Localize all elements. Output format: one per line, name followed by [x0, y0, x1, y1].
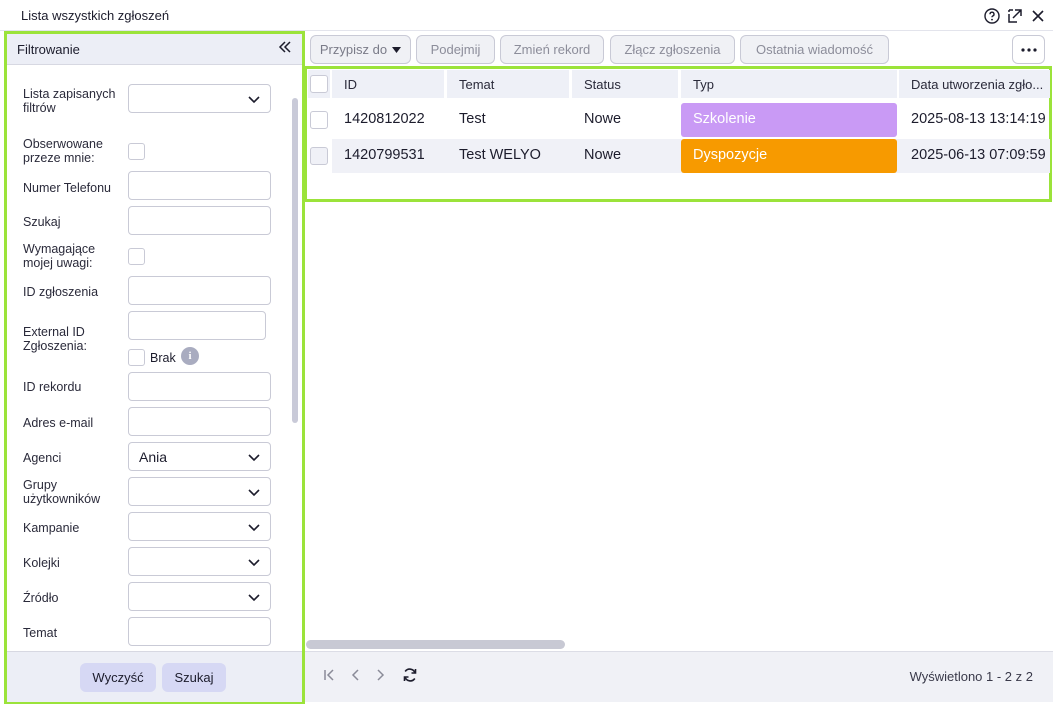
row-subject: Test [459, 111, 486, 127]
user-groups-label: Grupy użytkowników [23, 478, 101, 506]
pager-bar: Wyświetlono 1 - 2 z 2 [305, 651, 1053, 702]
observed-checkbox[interactable] [128, 143, 145, 160]
row-id: 1420799531 [344, 147, 425, 163]
header-type[interactable]: Typ [681, 70, 897, 98]
header-select [308, 70, 330, 98]
filter-title: Filtrowanie [17, 42, 80, 57]
assign-button[interactable]: Przypisz do [310, 35, 411, 64]
chevron-down-icon [248, 454, 260, 462]
row-created: 2025-06-13 07:09:59 [911, 147, 1046, 163]
double-chevron-left-icon[interactable] [278, 40, 292, 58]
chevron-down-icon [248, 489, 260, 497]
row-created: 2025-08-13 13:14:19 [911, 111, 1046, 127]
agents-select[interactable]: Ania [128, 442, 271, 471]
user-groups-select[interactable] [128, 477, 271, 506]
campaigns-select[interactable] [128, 512, 271, 541]
row-type: Szkolenie [681, 103, 897, 137]
next-page-icon[interactable] [373, 668, 387, 687]
saved-filters-select[interactable] [128, 84, 271, 113]
window-titlebar: Lista wszystkich zgłoszeń [0, 0, 1053, 31]
last-message-button[interactable]: Ostatnia wiadomość [740, 35, 889, 64]
queues-select[interactable] [128, 547, 271, 576]
close-icon[interactable] [1029, 7, 1046, 24]
header-created[interactable]: Data utworzenia zgło... [899, 70, 1050, 98]
subject-input[interactable] [128, 617, 271, 646]
row-status: Nowe [584, 111, 622, 127]
record-id-label: ID rekordu [23, 380, 82, 394]
attention-checkbox[interactable] [128, 248, 145, 265]
agents-label: Agenci [23, 451, 62, 465]
filter-footer: Wyczyść Szukaj [7, 651, 302, 702]
queues-label: Kolejki [23, 556, 60, 570]
window-title: Lista wszystkich zgłoszeń [21, 8, 170, 23]
merge-button[interactable]: Złącz zgłoszenia [610, 35, 735, 64]
header-subject[interactable]: Temat [447, 70, 569, 98]
email-input[interactable] [128, 407, 271, 436]
attention-label: Wymagające mojej uwagi: [23, 242, 96, 270]
popout-icon[interactable] [1006, 7, 1023, 24]
chevron-down-icon [248, 559, 260, 567]
header-status[interactable]: Status [572, 70, 678, 98]
first-page-icon[interactable] [323, 668, 337, 687]
assign-label: Przypisz do [319, 42, 388, 57]
external-id-input[interactable] [128, 311, 266, 340]
select-all-checkbox[interactable] [310, 75, 328, 93]
help-icon[interactable] [983, 7, 1000, 24]
row-id: 1420812022 [344, 111, 425, 127]
filter-header: Filtrowanie [7, 34, 302, 65]
records-shown-text: Wyświetlono 1 - 2 z 2 [909, 669, 1033, 684]
chevron-down-icon [248, 96, 260, 104]
row-type: Dyspozycje [681, 139, 897, 173]
ticket-id-label: ID zgłoszenia [23, 285, 99, 299]
missing-label: Brak [150, 351, 176, 365]
more-button[interactable] [1012, 35, 1045, 64]
email-label: Adres e-mail [23, 416, 94, 430]
caret-down-icon [392, 46, 402, 53]
observed-label: Obserwowane przeze mnie: [23, 137, 103, 165]
source-label: Źródło [23, 591, 59, 605]
info-icon[interactable]: i [181, 347, 199, 365]
grid-horizontal-scrollbar[interactable] [306, 640, 565, 649]
search-label: Szukaj [23, 215, 61, 229]
prev-page-icon[interactable] [349, 668, 363, 687]
chevron-down-icon [248, 524, 260, 532]
filter-scrollbar[interactable] [292, 98, 298, 423]
row-subject: Test WELYO [459, 147, 541, 163]
phone-label: Numer Telefonu [23, 181, 112, 195]
external-id-label: External ID Zgłoszenia: [23, 325, 87, 353]
chevron-down-icon [248, 594, 260, 602]
filter-panel: Filtrowanie Lista zapisanych filtrów Obs… [4, 31, 305, 704]
ticket-id-input[interactable] [128, 276, 271, 305]
search-input[interactable] [128, 206, 271, 235]
record-id-input[interactable] [128, 372, 271, 401]
search-button[interactable]: Szukaj [162, 663, 226, 692]
missing-checkbox[interactable] [128, 349, 145, 366]
source-select[interactable] [128, 582, 271, 611]
refresh-icon[interactable] [402, 667, 418, 688]
action-toolbar: Przypisz do Podejmij Zmień rekord Złącz … [305, 31, 1053, 68]
row-checkbox[interactable] [310, 111, 328, 129]
more-dots-icon [1020, 47, 1037, 52]
take-button[interactable]: Podejmij [416, 35, 495, 64]
filter-body: Lista zapisanych filtrów Obserwowane prz… [7, 65, 302, 651]
campaigns-label: Kampanie [23, 521, 80, 535]
row-status: Nowe [584, 147, 622, 163]
subject-label: Temat [23, 626, 58, 640]
saved-filters-label: Lista zapisanych filtrów [23, 87, 116, 115]
header-id[interactable]: ID [332, 70, 444, 98]
agents-value: Ania [139, 449, 168, 465]
row-checkbox[interactable] [310, 147, 328, 165]
clear-button[interactable]: Wyczyść [80, 663, 156, 692]
phone-input[interactable] [128, 171, 271, 200]
change-record-button[interactable]: Zmień rekord [500, 35, 604, 64]
